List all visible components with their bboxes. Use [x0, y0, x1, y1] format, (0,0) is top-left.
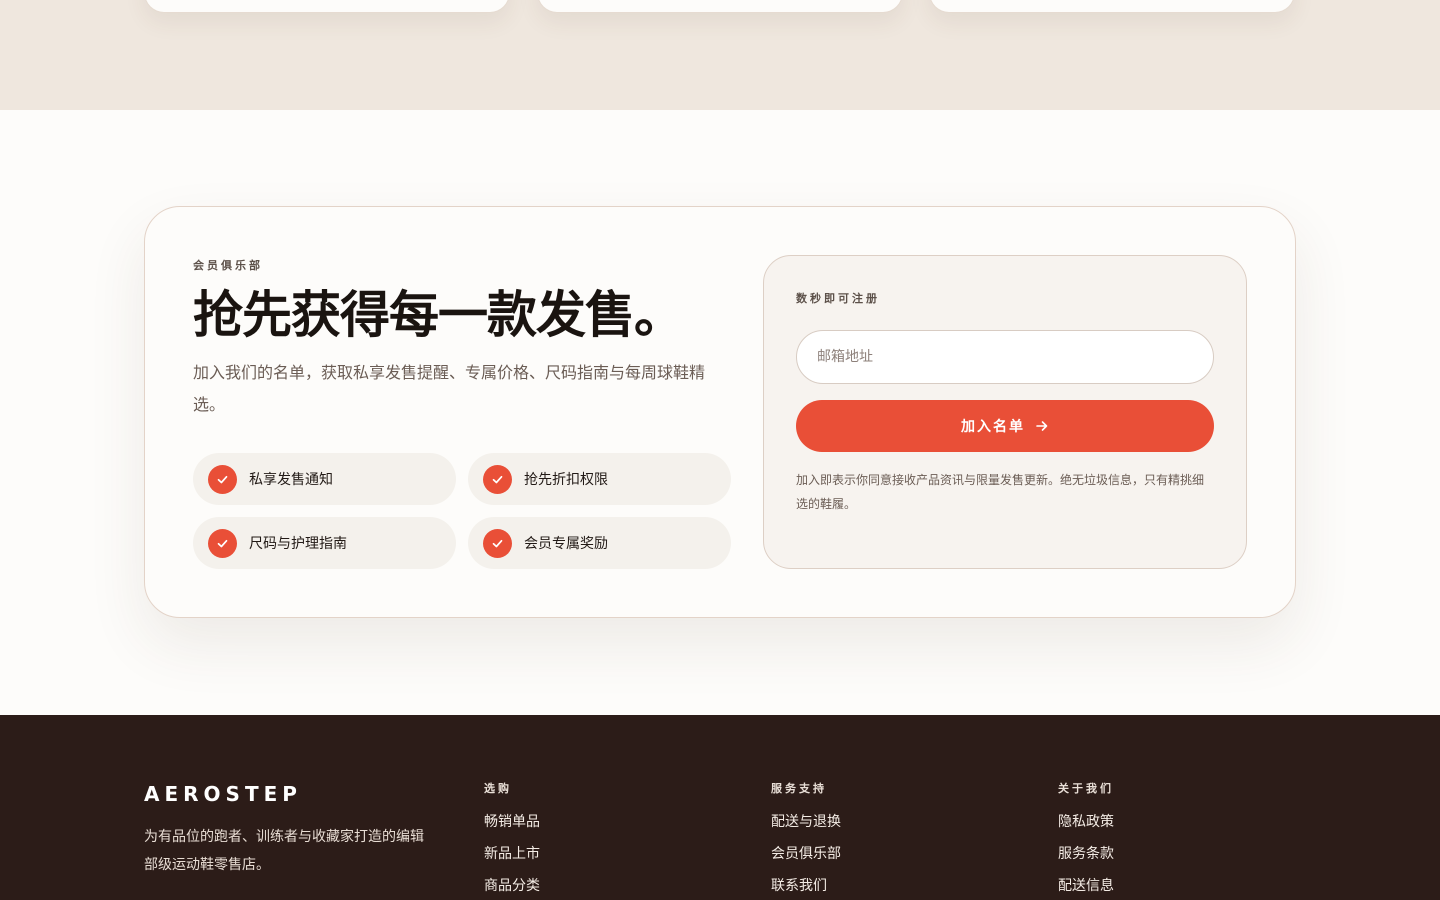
- benefit-pill-discount: 抢先折扣权限: [468, 453, 731, 505]
- club-description: 加入我们的名单，获取私享发售提醒、专属价格、尺码指南与每周球鞋精选。: [193, 363, 706, 414]
- footer-link-bestsellers[interactable]: 畅销单品: [484, 815, 540, 829]
- footer-column-about: 关于我们 隐私政策 服务条款 配送信息: [1058, 780, 1114, 893]
- product-section-band: [0, 0, 1440, 110]
- footer-column-title: 选购: [484, 782, 512, 795]
- footer-link-new-arrivals[interactable]: 新品上市: [484, 847, 540, 861]
- footer-column-title: 服务支持: [771, 782, 827, 795]
- benefit-pill-size-guide: 尺码与护理指南: [193, 517, 456, 569]
- email-input[interactable]: [796, 330, 1214, 384]
- form-eyebrow: 数秒即可注册: [796, 292, 880, 305]
- consent-note: 加入即表示你同意接收产品资讯与限量发售更新。绝无垃圾信息，只有精挑细选的鞋履。: [796, 473, 1205, 511]
- footer-column-title: 关于我们: [1058, 782, 1114, 795]
- benefit-label: 抢先折扣权限: [524, 472, 608, 488]
- footer-tagline: 为有品位的跑者、训练者与收藏家打造的编辑部级运动鞋零售店。: [144, 829, 424, 873]
- footer-link-shipping-returns[interactable]: 配送与退换: [771, 815, 841, 829]
- footer-link-contact[interactable]: 联系我们: [771, 879, 841, 893]
- join-list-button[interactable]: 加入名单: [796, 400, 1214, 452]
- footer-column-shop: 选购 畅销单品 新品上市 商品分类: [484, 780, 540, 893]
- footer-link-delivery-info[interactable]: 配送信息: [1058, 879, 1114, 893]
- footer-brand-logo[interactable]: AEROSTEP: [144, 782, 302, 806]
- footer-link-privacy[interactable]: 隐私政策: [1058, 815, 1114, 829]
- footer-link-categories[interactable]: 商品分类: [484, 879, 540, 893]
- signup-form: 数秒即可注册 加入名单 加入即表示你同意接收产品资讯与限量发售更新。绝无垃圾信息…: [763, 255, 1247, 569]
- benefit-label: 私享发售通知: [249, 472, 333, 488]
- check-icon: [483, 528, 512, 558]
- check-icon: [208, 528, 237, 558]
- product-card[interactable]: [929, 0, 1295, 13]
- benefit-pill-release: 私享发售通知: [193, 453, 456, 505]
- footer-link-terms[interactable]: 服务条款: [1058, 847, 1114, 861]
- arrow-right-icon: [1035, 419, 1049, 433]
- benefit-label: 尺码与护理指南: [249, 536, 347, 552]
- club-eyebrow: 会员俱乐部: [193, 259, 263, 272]
- benefit-label: 会员专属奖励: [524, 536, 608, 552]
- benefit-pill-rewards: 会员专属奖励: [468, 517, 731, 569]
- check-icon: [483, 464, 512, 494]
- product-card[interactable]: [144, 0, 510, 13]
- footer-column-support: 服务支持 配送与退换 会员俱乐部 联系我们: [771, 780, 841, 893]
- join-button-label: 加入名单: [961, 419, 1025, 435]
- club-headline: 抢先获得每一款发售。: [193, 286, 684, 344]
- site-footer: AEROSTEP 为有品位的跑者、训练者与收藏家打造的编辑部级运动鞋零售店。 选…: [0, 715, 1440, 900]
- newsletter-card: 会员俱乐部 抢先获得每一款发售。 加入我们的名单，获取私享发售提醒、专属价格、尺…: [144, 206, 1296, 618]
- product-card[interactable]: [537, 0, 903, 13]
- check-icon: [208, 464, 237, 494]
- footer-link-member-club[interactable]: 会员俱乐部: [771, 847, 841, 861]
